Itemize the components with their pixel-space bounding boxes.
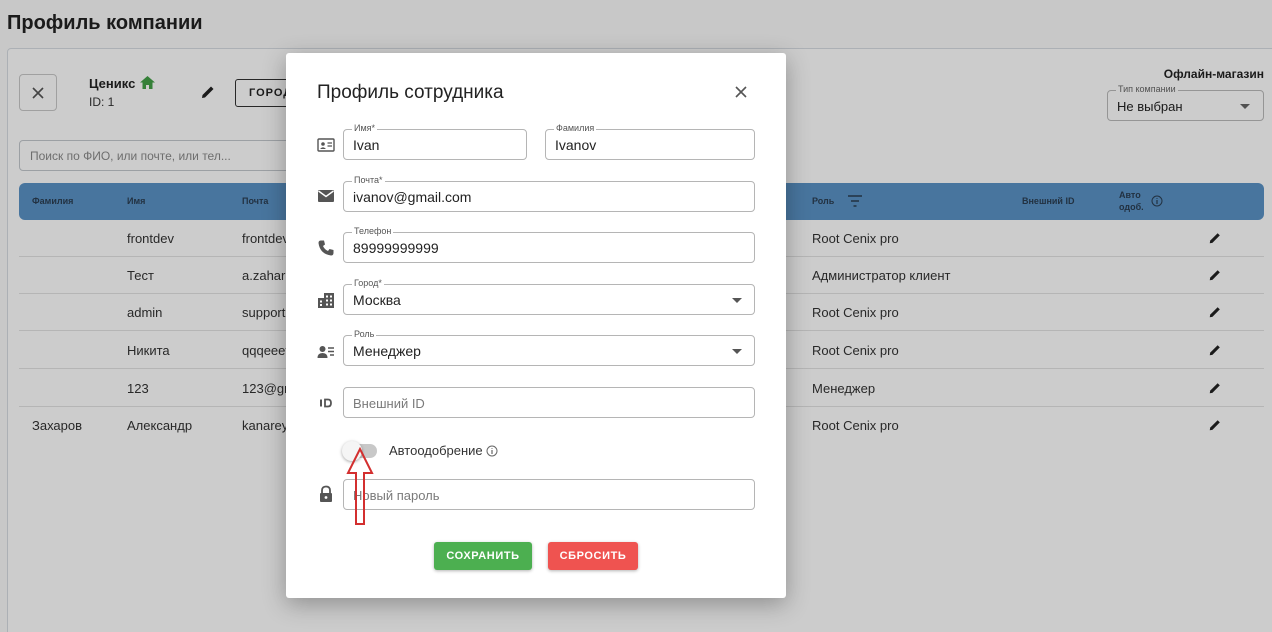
auto-approve-label: Автоодобрение [389,443,483,458]
last-name-value: Ivanov [555,137,597,153]
email-legend: Почта* [352,175,385,186]
id-icon [320,398,332,408]
external-id-input[interactable]: Внешний ID [343,387,755,418]
phone-icon [318,240,334,256]
annotation-arrow-icon [346,447,374,525]
dropdown-arrow-icon [732,298,742,303]
phone-field[interactable]: Телефон 89999999999 [343,226,755,263]
phone-value: 89999999999 [353,240,439,256]
mail-icon [318,190,334,202]
phone-legend: Телефон [352,226,394,237]
city-select[interactable]: Город* Москва [343,278,755,315]
reset-button[interactable]: СБРОСИТЬ [548,542,638,570]
last-name-field[interactable]: Фамилия Ivanov [545,123,755,160]
last-name-legend: Фамилия [554,123,597,134]
email-field[interactable]: Почта* ivanov@gmail.com [343,175,755,212]
info-icon[interactable] [486,445,498,457]
first-name-legend: Имя* [352,123,378,134]
save-button[interactable]: СОХРАНИТЬ [434,542,532,570]
role-value: Менеджер [353,343,421,359]
role-select[interactable]: Роль Менеджер [343,329,755,366]
new-password-input[interactable]: Новый пароль [343,479,755,510]
city-icon [318,293,334,308]
role-legend: Роль [352,329,377,340]
id-card-icon [317,138,335,152]
first-name-value: Ivan [353,137,380,153]
dropdown-arrow-icon [732,349,742,354]
dialog-title: Профиль сотрудника [317,82,504,103]
city-value: Москва [353,292,401,308]
role-icon [317,346,334,358]
lock-icon [320,485,332,502]
external-id-placeholder: Внешний ID [353,396,425,411]
city-legend: Город* [352,278,384,289]
first-name-field[interactable]: Имя* Ivan [343,123,527,160]
email-value: ivanov@gmail.com [353,189,472,205]
close-icon[interactable] [733,84,749,100]
